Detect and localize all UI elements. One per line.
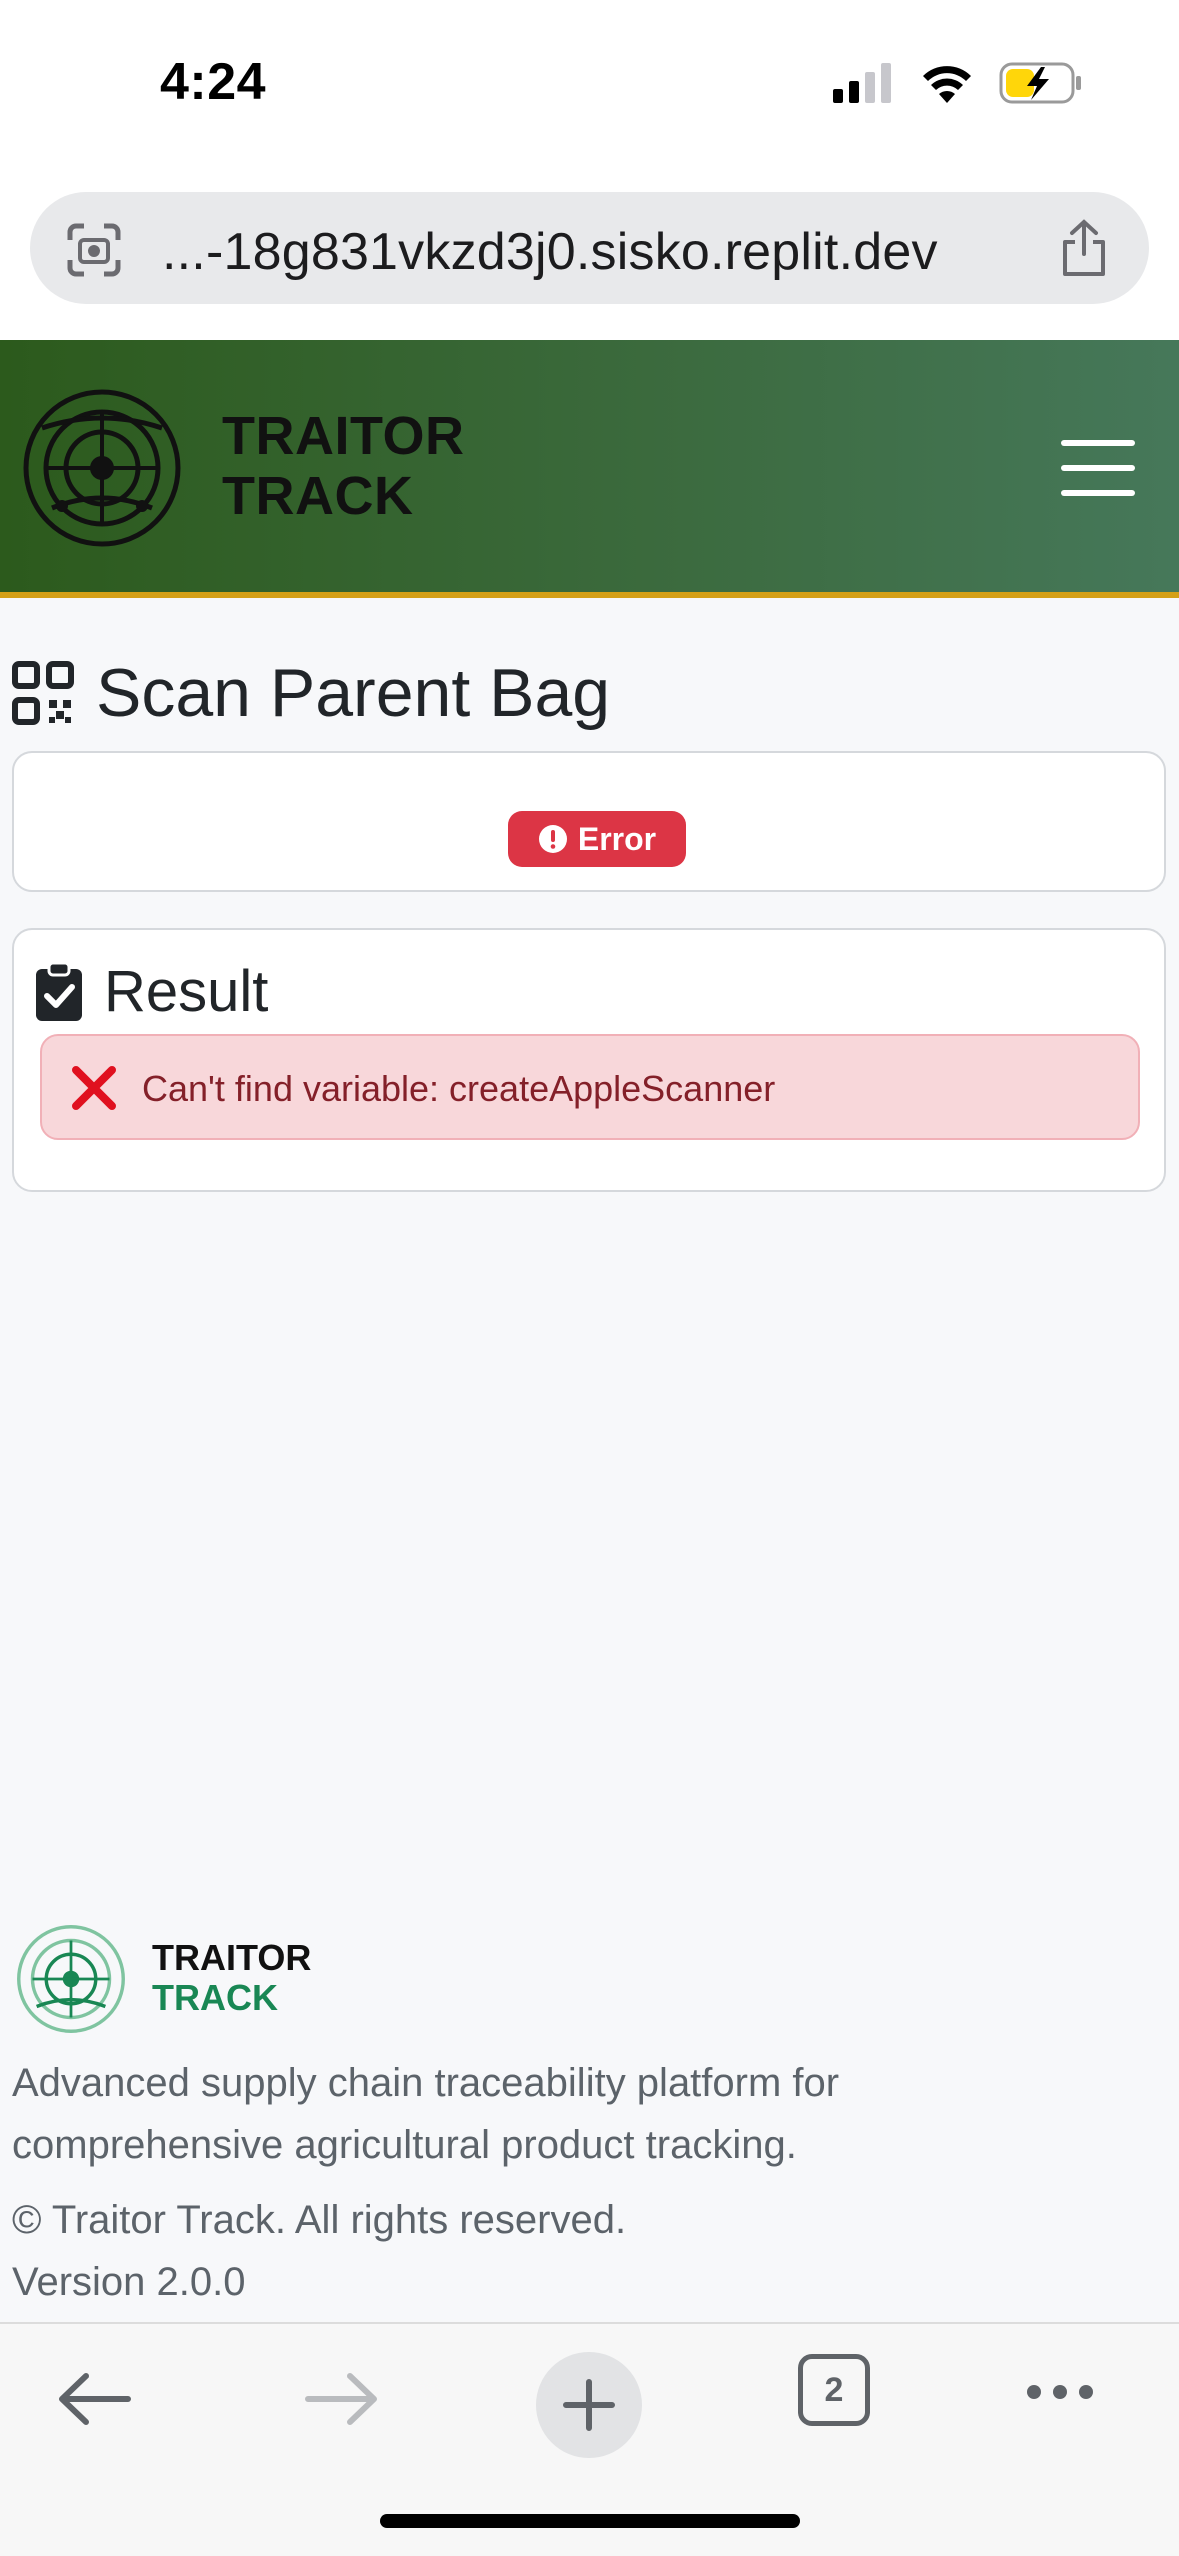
more-icon[interactable] (1024, 2382, 1096, 2402)
plus-icon (563, 2379, 615, 2431)
qr-code-icon (12, 661, 74, 725)
browser-address-area: ...-18g831vkzd3j0.sisko.replit.dev (0, 180, 1179, 340)
status-bar: 4:24 (0, 0, 1179, 180)
alert-icon (538, 825, 567, 853)
page-title-text: Scan Parent Bag (96, 655, 611, 731)
footer-brand-line2: TRACK (152, 1977, 278, 2018)
menu-icon (1061, 440, 1135, 446)
brand-name[interactable]: TRAITOR TRACK (222, 406, 465, 526)
result-heading-text: Result (104, 959, 269, 1024)
forward-icon[interactable] (304, 2372, 378, 2426)
status-icons (833, 62, 1083, 104)
tabs-button[interactable]: 2 (798, 2354, 870, 2426)
error-alert: Can't find variable: createAppleScanner (40, 1034, 1140, 1140)
scan-icon[interactable] (66, 222, 122, 278)
footer-version: Version 2.0.0 (12, 2260, 246, 2304)
wifi-icon (923, 66, 971, 103)
new-tab-button[interactable] (536, 2352, 642, 2458)
result-heading: Result (36, 958, 268, 1025)
footer-logo-icon (17, 1925, 125, 2033)
footer-description: Advanced supply chain traceability platf… (12, 2061, 840, 2167)
brand-line2: TRACK (222, 466, 414, 526)
status-badge: Error (508, 811, 686, 867)
result-card: Result Can't find variable: createAppleS… (12, 928, 1166, 1192)
error-message: Can't find variable: createAppleScanner (142, 1068, 776, 1109)
scanner-status-card: Error (12, 751, 1166, 892)
signal-icon (833, 63, 891, 103)
brand-line1: TRAITOR (222, 406, 465, 466)
logo-icon[interactable] (22, 388, 182, 548)
page-title: Scan Parent Bag (12, 654, 610, 732)
share-icon[interactable] (1057, 218, 1111, 278)
app-header: TRAITOR TRACK (0, 340, 1179, 598)
footer-brand: TRAITOR TRACK (152, 1938, 311, 2018)
status-time: 4:24 (160, 53, 267, 111)
status-badge-label: Error (577, 820, 657, 857)
footer-brand-line1: TRAITOR (152, 1937, 312, 1978)
footer-copyright: © Traitor Track. All rights reserved. (12, 2198, 627, 2242)
url-bar[interactable]: ...-18g831vkzd3j0.sisko.replit.dev (30, 192, 1149, 304)
battery-icon (999, 62, 1081, 104)
x-icon (72, 1066, 116, 1110)
clipboard-check-icon (36, 962, 82, 1021)
back-icon[interactable] (58, 2372, 132, 2426)
tab-count: 2 (824, 2370, 844, 2409)
menu-button[interactable] (1061, 440, 1135, 496)
url-text[interactable]: ...-18g831vkzd3j0.sisko.replit.dev (162, 222, 938, 282)
home-indicator (380, 2514, 800, 2528)
